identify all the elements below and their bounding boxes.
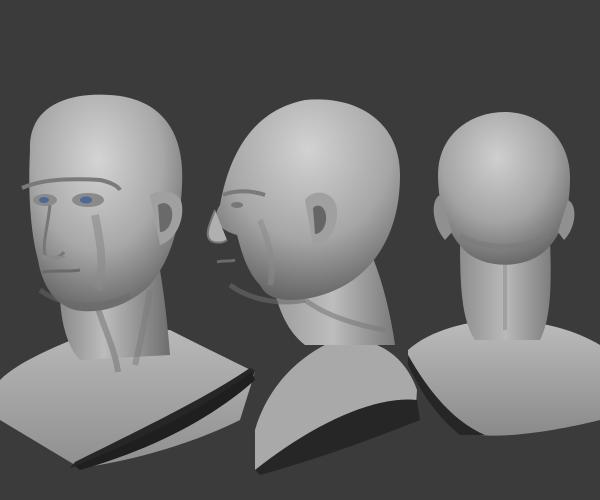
left-eye: [39, 197, 49, 203]
bust-back: [400, 0, 600, 500]
right-eye: [80, 196, 92, 204]
sculpt-viewport[interactable]: [0, 0, 600, 500]
bust-profile-side: [195, 0, 435, 500]
